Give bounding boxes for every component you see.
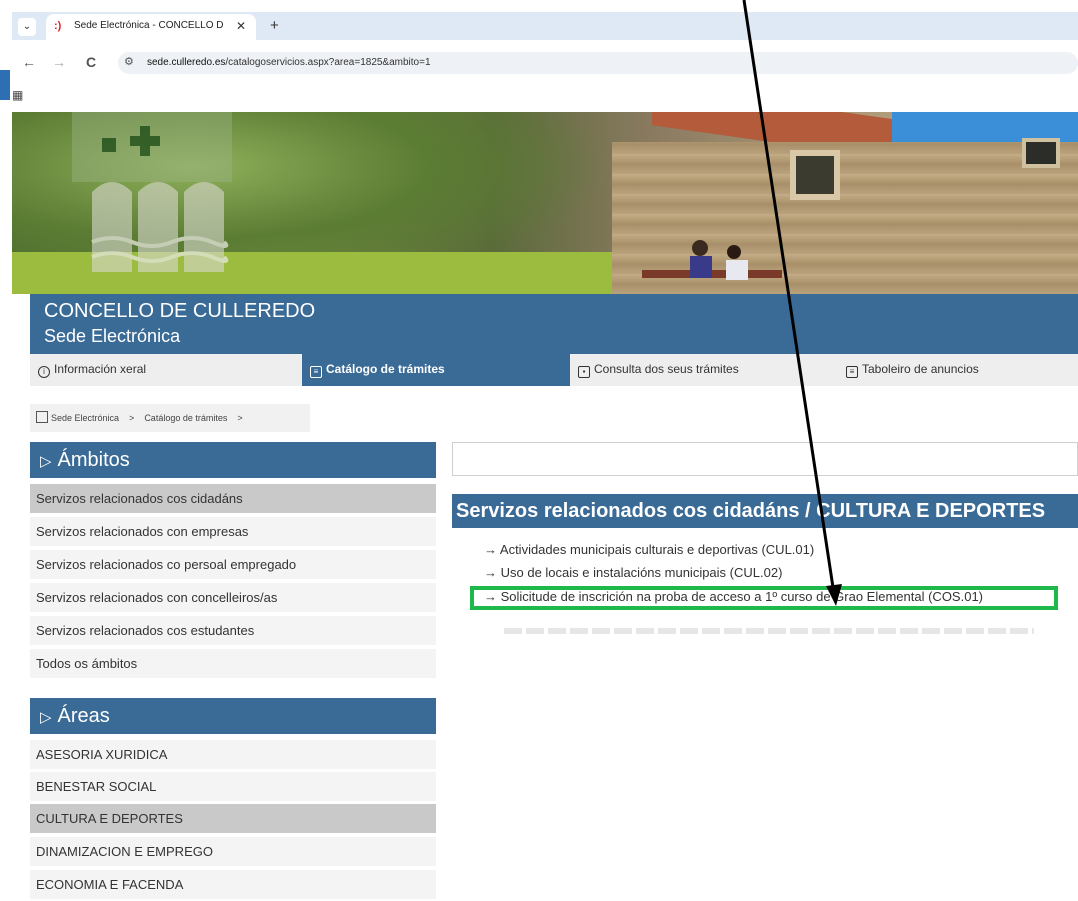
new-tab-button[interactable]: +	[270, 17, 279, 34]
main-navigation: i Información xeral ≡ Catálogo de trámites…	[30, 354, 1078, 386]
close-tab-icon[interactable]: ✕	[236, 19, 246, 33]
results-title: Servizos relacionados cos cidadáns / CUL…	[452, 494, 1078, 528]
areas-heading-label: Áreas	[57, 705, 110, 727]
areas-heading: ▷ Áreas	[30, 698, 436, 734]
tab-search-dropdown[interactable]: ⌄	[18, 18, 36, 36]
faint-divider	[504, 628, 1034, 634]
area-item-asesoria[interactable]: ASESORIA XURIDICA	[30, 740, 436, 769]
ambito-item-estudantes[interactable]: Servizos relacionados cos estudantes	[30, 616, 436, 645]
breadcrumb-item-sede[interactable]: Sede Electrónica	[51, 413, 119, 423]
search-input[interactable]	[452, 442, 1078, 476]
tab-consulta-dos-seus-tramites[interactable]: ▪ Consulta dos seus trámites	[570, 354, 838, 386]
site-header: CONCELLO DE CULLEREDO Sede Electrónica	[30, 294, 1078, 354]
area-item-economia[interactable]: ECONOMIA E FACENDA	[30, 870, 436, 899]
highlight-box	[470, 586, 1058, 610]
hero-window	[790, 150, 840, 200]
hero-people-bench	[642, 240, 782, 280]
ambitos-heading-label: Ámbitos	[57, 449, 130, 471]
ambito-item-todos[interactable]: Todos os ámbitos	[30, 649, 436, 678]
favicon-icon: :)	[54, 20, 62, 32]
tab-informacion-xeral[interactable]: i Información xeral	[30, 354, 292, 386]
area-item-dinamizacion[interactable]: DINAMIZACION E EMPREGO	[30, 837, 436, 866]
forward-icon[interactable]: →	[52, 54, 66, 70]
service-item-cul02[interactable]: → Uso de locais e instalacións municipai…	[484, 565, 782, 580]
tab-label: Catálogo de trámites	[326, 362, 445, 376]
tab-label: Consulta dos seus trámites	[594, 362, 739, 376]
site-title: CONCELLO DE CULLEREDO	[44, 300, 316, 322]
site-info-icon[interactable]: ⚙	[124, 55, 134, 68]
hero-window-2	[1022, 138, 1060, 168]
ambito-item-persoal[interactable]: Servizos relacionados co persoal emprega…	[30, 550, 436, 579]
triangle-right-icon: ▷	[40, 453, 52, 470]
breadcrumb-separator: >	[129, 413, 135, 423]
tab-taboleiro-de-anuncios[interactable]: ≡ Taboleiro de anuncios	[838, 354, 1078, 386]
browser-tab[interactable]: :) Sede Electrónica - CONCELLO D ✕	[46, 14, 256, 40]
breadcrumb-item-catalogo[interactable]: Catálogo de trámites	[144, 413, 227, 423]
url-host: sede.culleredo.es	[147, 57, 226, 68]
apps-grid-icon[interactable]: ▦	[12, 88, 23, 102]
triangle-right-icon: ▷	[40, 709, 52, 726]
address-bar-url[interactable]: sede.culleredo.es/catalogoservicios.aspx…	[147, 57, 431, 68]
service-item-cul01[interactable]: → Actividades municipais culturais e dep…	[484, 542, 814, 557]
breadcrumb: Sede Electrónica > Catálogo de trámites >	[30, 404, 310, 432]
info-icon: i	[38, 366, 50, 378]
ambito-item-empresas[interactable]: Servizos relacionados con empresas	[30, 517, 436, 546]
ambito-item-concelleiros[interactable]: Servizos relacionados con concelleiros/a…	[30, 583, 436, 612]
breadcrumb-home-icon	[36, 411, 48, 423]
tab-catalogo-de-tramites[interactable]: ≡ Catálogo de trámites	[302, 354, 570, 386]
edge-sidebar-tab	[0, 70, 10, 100]
browser-tab-bar: ⌄ :) Sede Electrónica - CONCELLO D ✕ +	[12, 12, 1078, 40]
ambitos-heading: ▷ Ámbitos	[30, 442, 436, 478]
area-item-cultura[interactable]: CULTURA E DEPORTES	[30, 804, 436, 833]
document-icon: ▪	[578, 366, 590, 378]
site-subtitle: Sede Electrónica	[44, 326, 181, 346]
municipal-seal-logo	[72, 112, 232, 272]
hero-banner-image	[12, 112, 1078, 294]
browser-tab-title: Sede Electrónica - CONCELLO D	[74, 20, 224, 31]
ambito-item-cidadans[interactable]: Servizos relacionados cos cidadáns	[30, 484, 436, 513]
board-icon: ≡	[846, 366, 858, 378]
tab-label: Taboleiro de anuncios	[862, 362, 979, 376]
list-icon: ≡	[310, 366, 322, 378]
area-item-benestar[interactable]: BENESTAR SOCIAL	[30, 772, 436, 801]
breadcrumb-separator: >	[237, 413, 243, 423]
back-icon[interactable]: ←	[22, 54, 36, 70]
tab-label: Información xeral	[54, 362, 147, 376]
url-path: /catalogoservicios.aspx?area=1825&ambito…	[225, 57, 431, 68]
reload-icon[interactable]: C	[86, 54, 96, 70]
